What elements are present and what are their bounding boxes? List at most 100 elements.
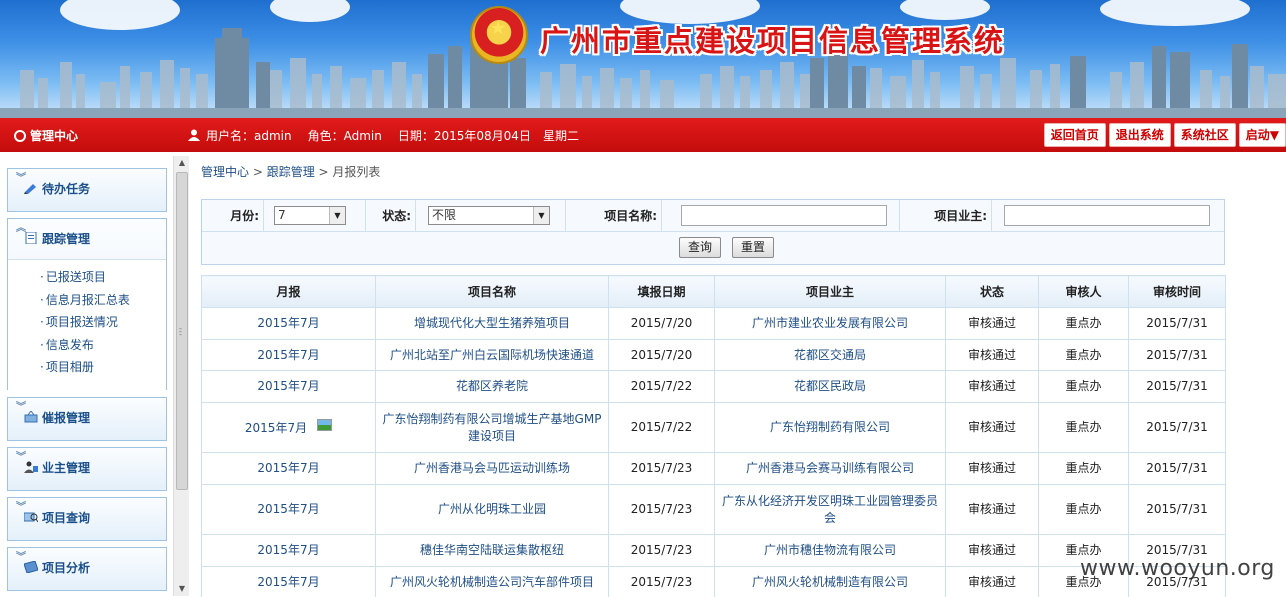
month-link[interactable]: 2015年7月 (201, 484, 376, 535)
menu-query-header[interactable]: ︾ 项目查询 (8, 498, 166, 538)
project-owner-link[interactable]: 广州风火轮机械制造有限公司 (714, 566, 946, 597)
project-name-link[interactable]: 穗佳华南空陆联运集散枢纽 (375, 534, 609, 567)
menu-reminder[interactable]: ︾ 催报管理 (7, 397, 167, 441)
start-menu-button[interactable]: 启动▼ (1238, 123, 1286, 147)
column-header-review-time: 审核时间 (1128, 275, 1226, 308)
date-label: 日期：2015年08月04日 (397, 129, 531, 143)
menu-todo-header[interactable]: ︾ 待办任务 (8, 169, 166, 209)
reviewer-cell: 重点办 (1038, 339, 1129, 371)
document-icon (25, 232, 37, 244)
fill-date-cell: 2015/7/23 (608, 452, 715, 485)
logout-button[interactable]: 退出系统 (1108, 123, 1171, 147)
month-link[interactable]: 2015年7月 (245, 421, 307, 435)
sidebar-item-monthly-summary[interactable]: 信息月报汇总表 (8, 289, 166, 312)
scroll-down-arrow-icon[interactable]: ▼ (174, 582, 190, 596)
menu-todo-label: 待办任务 (42, 182, 91, 196)
menu-owner[interactable]: ︾ 业主管理 (7, 447, 167, 491)
sidebar-item-info-publish[interactable]: 信息发布 (8, 334, 166, 357)
chevron-down-icon: ︾ (16, 502, 26, 513)
project-owner-link[interactable]: 花都区交通局 (714, 339, 946, 371)
project-name-link[interactable]: 广州从化明珠工业园 (375, 484, 609, 535)
project-name-link[interactable]: 广州北站至广州白云国际机场快速通道 (375, 339, 609, 371)
sidebar-item-project-album[interactable]: 项目相册 (8, 356, 166, 379)
month-link[interactable]: 2015年7月 (201, 339, 376, 371)
menu-analysis-label: 项目分析 (42, 561, 91, 575)
menu-analysis[interactable]: ︾ 项目分析 (7, 547, 167, 591)
reset-button[interactable]: 重置 (732, 237, 775, 258)
project-owner-label-cell: 项目业主: (900, 200, 992, 232)
admin-center-link[interactable]: 管理中心 (14, 127, 78, 144)
project-name-link[interactable]: 广州香港马会马匹运动训练场 (375, 452, 609, 485)
status-cell: 审核通过 (945, 452, 1039, 485)
community-button[interactable]: 系统社区 (1173, 123, 1236, 147)
reviewer-cell: 重点办 (1038, 402, 1129, 453)
project-name-label-cell: 项目名称: (566, 200, 662, 232)
fill-date-cell: 2015/7/22 (608, 370, 715, 403)
project-name-link[interactable]: 广东怡翔制药有限公司增城生产基地GMP建设项目 (375, 402, 609, 453)
month-link[interactable]: 2015年7月 (201, 566, 376, 597)
project-name-link[interactable]: 广州风火轮机械制造公司汽车部件项目 (375, 566, 609, 597)
table-header-row: 月报 项目名称 填报日期 项目业主 状态 审核人 审核时间 (201, 275, 1226, 308)
reviewer-cell: 重点办 (1038, 452, 1129, 485)
reviewer-cell: 重点办 (1038, 307, 1129, 340)
chevron-down-icon: ︾ (16, 452, 26, 463)
fill-date-cell: 2015/7/23 (608, 534, 715, 567)
project-owner-link[interactable]: 广东怡翔制药有限公司 (714, 402, 946, 453)
table-row: 2015年7月 广州北站至广州白云国际机场快速通道 2015/7/20 花都区交… (201, 339, 1226, 371)
review-time-cell: 2015/7/31 (1128, 370, 1226, 403)
menu-owner-header[interactable]: ︾ 业主管理 (8, 448, 166, 488)
project-owner-link[interactable]: 广州市建业农业发展有限公司 (714, 307, 946, 340)
column-header-reviewer: 审核人 (1038, 275, 1129, 308)
admin-center-label: 管理中心 (30, 129, 79, 143)
national-emblem-icon: ★ (470, 6, 528, 64)
scroll-up-arrow-icon[interactable]: ▲ (174, 156, 190, 170)
menu-tracking-header[interactable]: ︽ 跟踪管理 (8, 219, 166, 259)
menu-reminder-label: 催报管理 (42, 411, 91, 425)
project-owner-link[interactable]: 广州香港马会赛马训练有限公司 (714, 452, 946, 485)
sidebar-scrollbar[interactable]: ▲ --- ▼ (173, 156, 189, 596)
breadcrumb-admin-center[interactable]: 管理中心 (201, 165, 249, 179)
project-owner-input-cell (992, 200, 1224, 232)
menu-reminder-header[interactable]: ︾ 催报管理 (8, 398, 166, 438)
month-link[interactable]: 2015年7月 (201, 370, 376, 403)
scrollbar-thumb[interactable]: --- (176, 172, 188, 490)
project-name-link[interactable]: 增城现代化大型生猪养殖项目 (375, 307, 609, 340)
menu-analysis-header[interactable]: ︾ 项目分析 (8, 548, 166, 588)
breadcrumb-tracking[interactable]: 跟踪管理 (267, 165, 315, 179)
project-owner-link[interactable]: 广东从化经济开发区明珠工业园管理委员会 (714, 484, 946, 535)
sidebar-item-report-status[interactable]: 项目报送情况 (8, 311, 166, 334)
month-select[interactable]: 7 ▼ (274, 206, 346, 225)
project-name-input[interactable] (681, 205, 887, 226)
project-owner-input[interactable] (1004, 205, 1210, 226)
project-owner-link[interactable]: 广州市穗佳物流有限公司 (714, 534, 946, 567)
main-content: 管理中心 > 跟踪管理 > 月报列表 月份: 7 ▼ 状态: 不限 ▼ 项目名称… (201, 152, 1286, 597)
home-button[interactable]: 返回首页 (1043, 123, 1106, 147)
menu-query[interactable]: ︾ 项目查询 (7, 497, 167, 541)
menu-todo[interactable]: ︾ 待办任务 (7, 168, 167, 212)
status-cell: 审核通过 (945, 566, 1039, 597)
user-info: 用户名：admin 角色：Admin 日期：2015年08月04日 星期二 (188, 127, 579, 144)
column-header-project-name: 项目名称 (375, 275, 609, 308)
header-banner: ★ 广州市重点建设项目信息管理系统 (0, 0, 1286, 118)
sidebar: ︾ 待办任务 ︽ 跟踪管理 已报送项目 信息月报汇总表 项目报送情况 信息发布 … (0, 152, 172, 597)
status-select[interactable]: 不限 ▼ (428, 206, 550, 225)
project-name-link[interactable]: 花都区养老院 (375, 370, 609, 403)
monthly-report-table: 月报 项目名称 填报日期 项目业主 状态 审核人 审核时间 2015年7月 增城… (201, 275, 1226, 597)
month-link[interactable]: 2015年7月 (201, 534, 376, 567)
query-button[interactable]: 查询 (679, 237, 722, 258)
status-cell: 审核通过 (945, 534, 1039, 567)
power-icon (14, 130, 26, 142)
sidebar-item-reported-projects[interactable]: 已报送项目 (8, 266, 166, 289)
status-label: 状态: (382, 209, 411, 223)
menu-tracking-label: 跟踪管理 (42, 232, 91, 246)
month-link[interactable]: 2015年7月 (201, 307, 376, 340)
column-header-status: 状态 (945, 275, 1039, 308)
watermark: www.wooyun.org (1080, 556, 1275, 581)
review-time-cell: 2015/7/31 (1128, 339, 1226, 371)
month-link[interactable]: 2015年7月 (201, 452, 376, 485)
fill-date-cell: 2015/7/23 (608, 566, 715, 597)
project-owner-link[interactable]: 花都区民政局 (714, 370, 946, 403)
image-icon[interactable] (317, 418, 333, 431)
table-row: 2015年7月 花都区养老院 2015/7/22 花都区民政局 审核通过 重点办… (201, 370, 1226, 403)
column-header-month: 月报 (201, 275, 376, 308)
